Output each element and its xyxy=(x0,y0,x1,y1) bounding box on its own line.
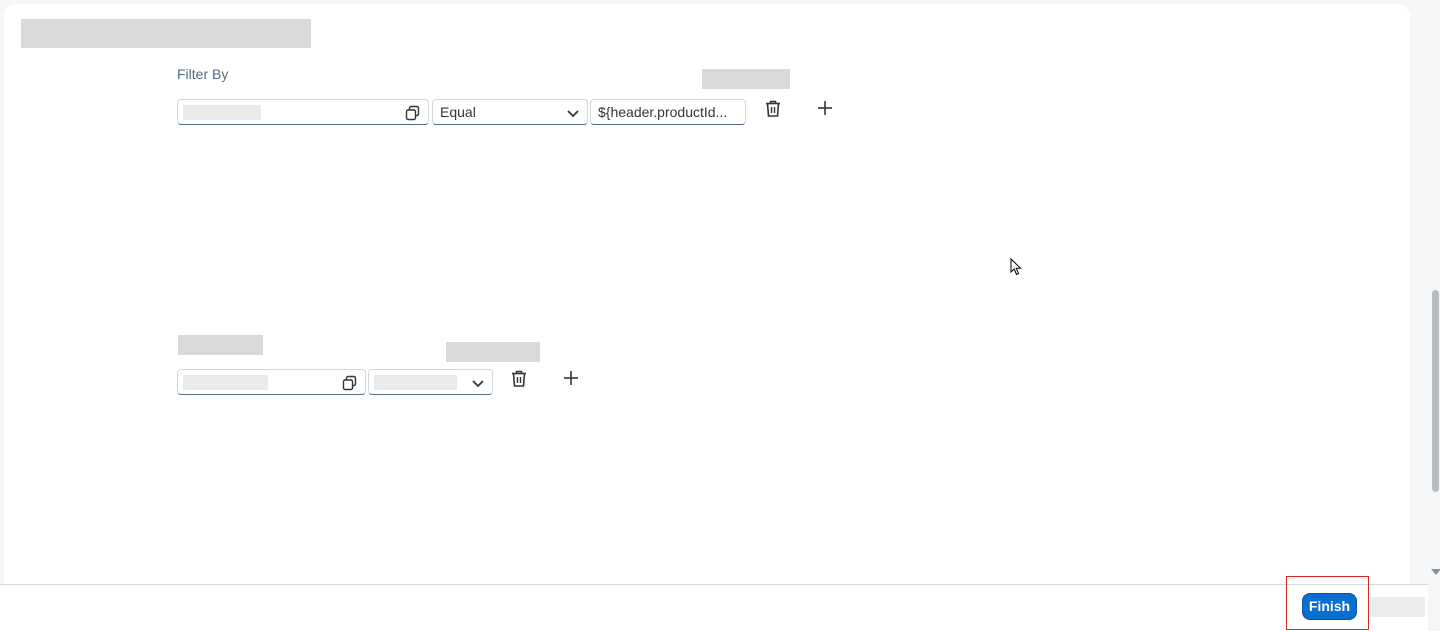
filter-value-input[interactable]: ${header.productId... xyxy=(590,99,746,125)
filter-by-label: Filter By xyxy=(177,66,229,82)
second-column-label-redacted xyxy=(446,342,540,362)
trash-icon[interactable] xyxy=(763,99,783,119)
field-name-redacted xyxy=(183,105,261,120)
second-select[interactable] xyxy=(368,369,493,395)
chevron-down-icon[interactable] xyxy=(565,105,581,121)
main-panel xyxy=(4,4,1410,604)
scrollbar-thumb[interactable] xyxy=(1432,290,1439,492)
second-section-label-redacted xyxy=(178,335,263,355)
filter-value-text: ${header.productId... xyxy=(598,104,728,120)
second-select-value-redacted xyxy=(374,375,457,390)
operator-value: Equal xyxy=(440,104,476,120)
plus-icon[interactable] xyxy=(561,368,581,388)
filter-field-input[interactable] xyxy=(177,99,429,125)
value-column-label-redacted xyxy=(702,69,790,89)
second-field-name-redacted xyxy=(183,375,268,390)
chevron-down-icon[interactable] xyxy=(470,375,486,391)
scroll-down-arrow-icon[interactable] xyxy=(1431,569,1440,575)
secondary-button-redacted[interactable] xyxy=(1370,597,1425,617)
footer-bar xyxy=(0,584,1428,631)
highlight-box xyxy=(1286,576,1369,630)
copy-icon[interactable] xyxy=(405,105,421,121)
operator-select[interactable]: Equal xyxy=(432,99,588,125)
plus-icon[interactable] xyxy=(815,98,835,118)
mouse-pointer-icon xyxy=(1010,258,1022,276)
page-title-redacted xyxy=(21,19,311,48)
copy-icon[interactable] xyxy=(342,375,358,391)
second-field-input[interactable] xyxy=(177,369,366,395)
trash-icon[interactable] xyxy=(509,369,529,389)
